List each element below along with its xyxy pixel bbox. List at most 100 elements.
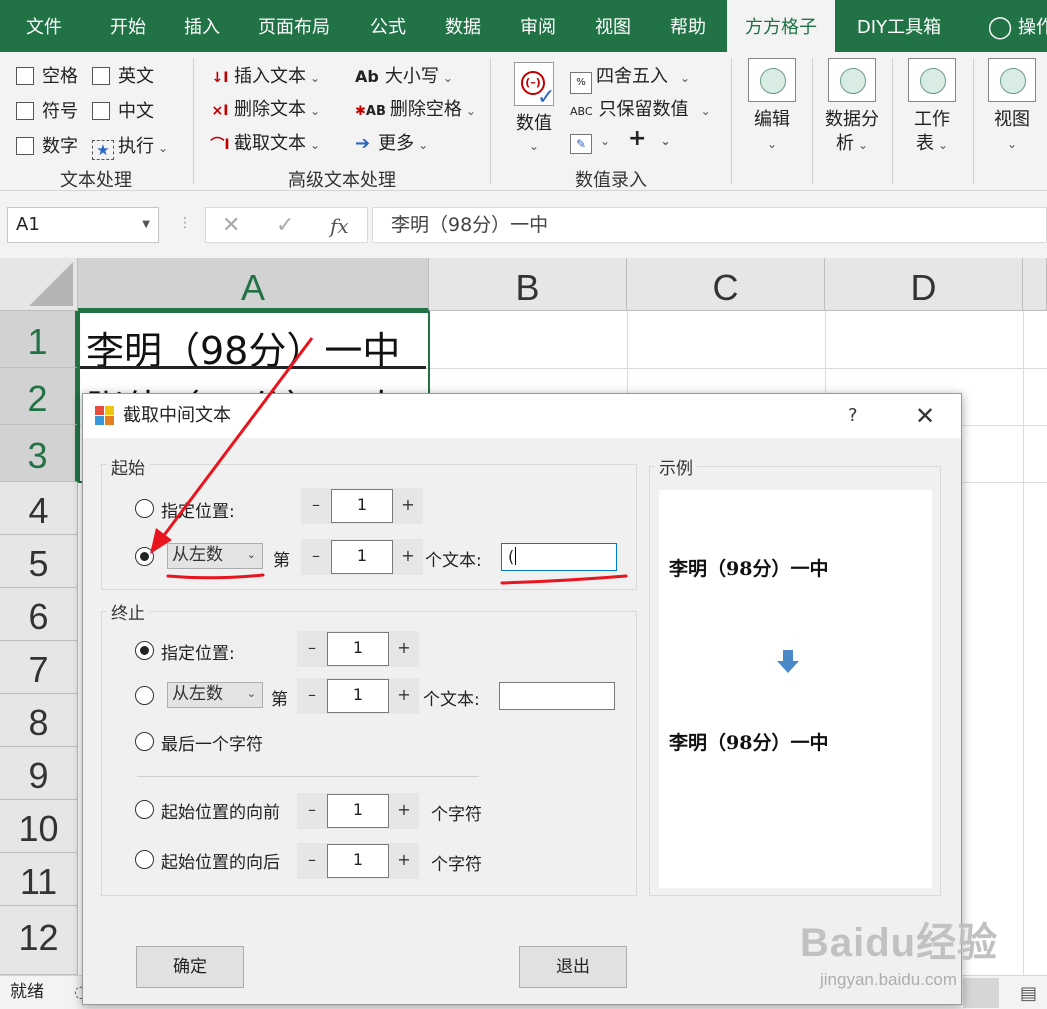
decrement-button[interactable]: – bbox=[297, 793, 327, 829]
english-checkbox[interactable]: 英文 bbox=[92, 62, 154, 88]
tab-review[interactable]: 审阅 bbox=[502, 0, 574, 52]
start-position-value[interactable]: 1 bbox=[331, 489, 393, 523]
form-button[interactable]: ✎ ⌄ bbox=[570, 129, 610, 154]
tab-help[interactable]: 帮助 bbox=[652, 0, 724, 52]
worksheet-button-line2[interactable]: 表 ⌄ bbox=[898, 132, 966, 157]
end-from-text-radio[interactable] bbox=[135, 686, 154, 705]
number-checkbox[interactable]: 数字 bbox=[16, 132, 78, 158]
tab-page-layout[interactable]: 页面布局 bbox=[246, 0, 342, 52]
row-header-2[interactable]: 2 bbox=[0, 368, 78, 425]
row-header-9[interactable]: 9 bbox=[0, 747, 78, 800]
tab-view[interactable]: 视图 bbox=[577, 0, 649, 52]
increment-button[interactable]: + bbox=[393, 539, 423, 575]
cancel-icon[interactable]: ✕ bbox=[222, 208, 240, 244]
row-header-1[interactable]: 1 bbox=[0, 311, 78, 368]
tab-tell-me[interactable]: 操作 bbox=[1018, 0, 1047, 52]
symbol-checkbox[interactable]: 符号 bbox=[16, 97, 78, 123]
select-all-corner[interactable] bbox=[0, 258, 78, 311]
row-header-12[interactable]: 12 bbox=[0, 906, 78, 975]
column-header-e[interactable] bbox=[1023, 258, 1047, 311]
increment-button[interactable]: + bbox=[389, 793, 419, 829]
backward-count-value[interactable]: 1 bbox=[327, 844, 389, 878]
insert-function-icon[interactable]: fx bbox=[330, 208, 349, 244]
tab-home[interactable]: 开始 bbox=[92, 0, 164, 52]
decrement-button[interactable]: – bbox=[301, 488, 331, 524]
plus-button[interactable]: + ⌄ bbox=[628, 126, 671, 151]
end-direction-select[interactable]: 从左数 ⌄ bbox=[167, 682, 263, 708]
keep-value-button[interactable]: ABC 只保留数值 ⌄ bbox=[570, 95, 711, 121]
space-checkbox[interactable]: 空格 bbox=[16, 62, 78, 88]
start-specified-position-radio[interactable] bbox=[135, 499, 154, 518]
end-text-input[interactable] bbox=[499, 682, 615, 710]
row-header-7[interactable]: 7 bbox=[0, 641, 78, 694]
tab-file[interactable]: 文件 bbox=[8, 0, 80, 52]
increment-button[interactable]: + bbox=[389, 843, 419, 879]
data-analysis-button-line2[interactable]: 析 ⌄ bbox=[818, 132, 886, 157]
chinese-checkbox[interactable]: 中文 bbox=[92, 97, 154, 123]
delete-spaces-button[interactable]: ✱AB 删除空格 ⌄ bbox=[355, 95, 476, 121]
backward-from-start-radio[interactable] bbox=[135, 850, 154, 869]
end-nth-value[interactable]: 1 bbox=[327, 679, 389, 713]
column-header-c[interactable]: C bbox=[627, 258, 825, 311]
row-header-10[interactable]: 10 bbox=[0, 800, 78, 853]
row-header-11[interactable]: 11 bbox=[0, 853, 78, 906]
increment-button[interactable]: + bbox=[393, 488, 423, 524]
data-analysis-button[interactable]: 数据分 bbox=[818, 108, 886, 132]
extract-text-icon: ⌒I bbox=[210, 137, 230, 153]
column-header-d[interactable]: D bbox=[825, 258, 1023, 311]
insert-text-button[interactable]: ↓I 插入文本 ⌄ bbox=[210, 62, 321, 88]
start-from-text-radio[interactable] bbox=[135, 547, 154, 566]
start-text-input[interactable]: ( bbox=[501, 543, 617, 571]
decrement-button[interactable]: – bbox=[297, 843, 327, 879]
number-entry-icon[interactable]: (–) ✓ bbox=[514, 62, 555, 110]
column-header-b[interactable]: B bbox=[429, 258, 627, 311]
help-button[interactable]: ? bbox=[848, 394, 858, 438]
formula-input[interactable]: 李明（98分）一中 bbox=[372, 207, 1047, 243]
splitter-handle[interactable]: ⋮ bbox=[178, 215, 192, 231]
extract-text-button[interactable]: ⌒I 截取文本 ⌄ bbox=[210, 129, 320, 155]
decrement-button[interactable]: – bbox=[297, 631, 327, 667]
end-position-value[interactable]: 1 bbox=[327, 632, 389, 666]
row-header-3[interactable]: 3 bbox=[0, 425, 78, 482]
worksheet-icon[interactable] bbox=[908, 58, 956, 102]
execute-button[interactable]: ★ 执行 ⌄ bbox=[92, 132, 168, 160]
tab-formulas[interactable]: 公式 bbox=[352, 0, 424, 52]
last-char-radio[interactable] bbox=[135, 732, 154, 751]
number-entry-button[interactable]: 数值 bbox=[506, 112, 562, 136]
delete-text-button[interactable]: ×I 删除文本 ⌄ bbox=[210, 95, 321, 121]
more-button[interactable]: ➔ 更多 ⌄ bbox=[355, 129, 428, 155]
end-specified-position-radio[interactable] bbox=[135, 641, 154, 660]
tab-data[interactable]: 数据 bbox=[427, 0, 499, 52]
round-button[interactable]: % 四舍五入 ⌄ bbox=[570, 62, 690, 94]
edit-icon[interactable] bbox=[748, 58, 796, 102]
tab-diy-toolbox[interactable]: DIY工具箱 bbox=[845, 0, 953, 52]
row-header-5[interactable]: 5 bbox=[0, 535, 78, 588]
forward-count-value[interactable]: 1 bbox=[327, 794, 389, 828]
view-icon[interactable] bbox=[988, 58, 1036, 102]
row-header-4[interactable]: 4 bbox=[0, 482, 78, 535]
row-header-6[interactable]: 6 bbox=[0, 588, 78, 641]
case-button[interactable]: Ab 大小写 ⌄ bbox=[355, 62, 453, 88]
data-analysis-icon[interactable] bbox=[828, 58, 876, 102]
worksheet-button[interactable]: 工作 bbox=[898, 108, 966, 132]
decrement-button[interactable]: – bbox=[297, 678, 327, 714]
decrement-button[interactable]: – bbox=[301, 539, 331, 575]
start-nth-value[interactable]: 1 bbox=[331, 540, 393, 574]
increment-button[interactable]: + bbox=[389, 631, 419, 667]
close-icon[interactable]: ✕ bbox=[915, 394, 935, 438]
name-box[interactable]: A1 ▼ bbox=[7, 207, 159, 243]
ok-button[interactable]: 确定 bbox=[136, 946, 244, 988]
forward-from-start-radio[interactable] bbox=[135, 800, 154, 819]
view-button[interactable]: 视图 bbox=[978, 108, 1046, 132]
enter-check-icon[interactable]: ✓ bbox=[276, 208, 294, 244]
start-direction-select[interactable]: 从左数 ⌄ bbox=[167, 543, 263, 569]
exit-button[interactable]: 退出 bbox=[519, 946, 627, 988]
edit-button[interactable]: 编辑 bbox=[738, 108, 806, 132]
dialog-titlebar[interactable]: 截取中间文本 ? ✕ bbox=[83, 394, 961, 438]
increment-button[interactable]: + bbox=[389, 678, 419, 714]
tab-fangfang-gezi[interactable]: 方方格子 bbox=[727, 0, 835, 52]
row-header-8[interactable]: 8 bbox=[0, 694, 78, 747]
tab-insert[interactable]: 插入 bbox=[166, 0, 238, 52]
dropdown-arrow-icon[interactable]: ▼ bbox=[142, 208, 150, 242]
column-header-a[interactable]: A bbox=[78, 258, 429, 311]
